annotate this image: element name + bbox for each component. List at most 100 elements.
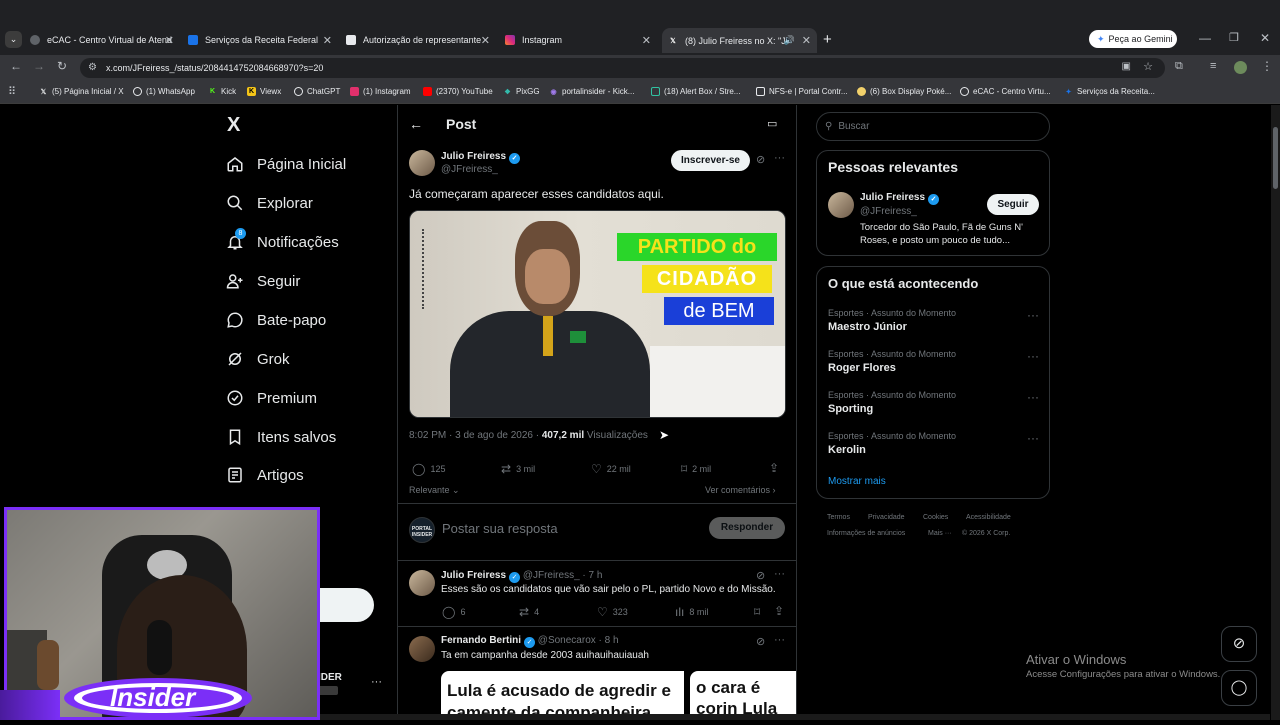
bookmark-ecac[interactable]: eCAC - Centro Virtu... (960, 87, 1051, 96)
like-action[interactable]: ♡ 323 (597, 605, 628, 619)
author-name-row[interactable]: Julio Freiress ✓ (441, 151, 521, 164)
bookmark-instagram[interactable]: (1) Instagram (350, 87, 411, 96)
repost-action[interactable]: ⇄ 3 mil (501, 462, 535, 476)
back-icon[interactable]: ← (10, 59, 22, 73)
gemini-button[interactable]: ✦ Peça ao Gemini (1089, 30, 1177, 48)
search-box[interactable]: ⚲ Buscar (816, 112, 1050, 141)
nav-grok[interactable]: Grok (226, 350, 290, 368)
see-comments-link[interactable]: Ver comentários › (705, 485, 776, 495)
tab-instagram[interactable]: Instagram ✕ (505, 30, 657, 50)
tab-receita[interactable]: Serviços da Receita Federal ✕ (188, 30, 338, 50)
repost-action[interactable]: ⇄ 4 (519, 605, 539, 619)
back-arrow-icon[interactable]: ← (409, 116, 423, 132)
profile-avatar[interactable] (1234, 61, 1247, 74)
relevant-name-row[interactable]: Julio Freiress ✓ (860, 192, 940, 205)
apps-icon[interactable]: ⠿ (8, 85, 16, 98)
bookmark-pixgg[interactable]: ❖ PixGG (503, 87, 539, 96)
restore-icon[interactable]: ❐ (1229, 31, 1239, 44)
x-logo[interactable]: X (227, 114, 240, 137)
bookmark-action[interactable]: ⌑ (754, 605, 765, 619)
grok-float-button[interactable]: ⊘ (1221, 626, 1257, 662)
post-time[interactable]: 8:02 PM · 3 de ago de 2026 · (409, 430, 542, 441)
author-handle[interactable]: @JFreiress_ (441, 164, 498, 175)
trend-item[interactable]: Esportes · Assunto do Momento Roger Flor… (828, 349, 1038, 374)
follow-button[interactable]: Seguir (987, 194, 1039, 215)
subscribe-button[interactable]: Inscrever-se (671, 150, 750, 171)
account-name-partial[interactable]: IDER (318, 672, 342, 683)
sort-dropdown[interactable]: Relevante ⌄ (409, 485, 460, 496)
menu-icon[interactable]: ⋮ (1261, 59, 1273, 73)
reader-icon[interactable]: ▭ (767, 117, 777, 130)
reload-icon[interactable]: ↻ (57, 59, 67, 73)
footer-cookies[interactable]: Cookies (923, 514, 948, 521)
more-options-icon[interactable]: ··· (774, 634, 785, 646)
close-icon[interactable]: ✕ (481, 34, 490, 47)
footer-accessibility[interactable]: Acessibilidade (966, 514, 1011, 521)
nav-notifications[interactable]: 8 Notificações (226, 228, 339, 251)
reply-action[interactable]: ◯ 125 (412, 462, 445, 476)
bookmark-alertbox[interactable]: (18) Alert Box / Stre... (651, 87, 740, 96)
nav-follow[interactable]: Seguir (226, 272, 300, 290)
media-icon[interactable]: ≡ (1210, 60, 1216, 72)
footer-privacy[interactable]: Privacidade (868, 514, 905, 521)
close-icon[interactable]: ✕ (642, 34, 651, 47)
horizontal-scrollbar[interactable] (320, 714, 1270, 720)
footer-terms[interactable]: Termos (827, 514, 850, 521)
bookmark-whatsapp[interactable]: (1) WhatsApp (133, 87, 195, 96)
bookmark-pokemon[interactable]: (6) Box Display Poké... (857, 87, 951, 96)
trend-item[interactable]: Esportes · Assunto do Momento Kerolin (828, 431, 1038, 456)
author-name[interactable]: Julio Freiress (441, 151, 506, 162)
site-info-icon[interactable]: ⚙ (88, 62, 97, 73)
author-avatar[interactable] (409, 150, 435, 176)
relevant-avatar[interactable] (828, 192, 854, 218)
more-options-icon[interactable]: ··· (1027, 390, 1039, 404)
relevant-name[interactable]: Julio Freiress (860, 192, 925, 203)
show-more-link[interactable]: Mostrar mais (828, 476, 886, 487)
bookmark-viewx[interactable]: K Viewx (247, 87, 281, 96)
like-action[interactable]: ♡ 22 mil (591, 462, 631, 476)
bookmark-youtube[interactable]: (2370) YouTube (423, 87, 493, 96)
page-scrollbar[interactable] (1271, 105, 1280, 720)
more-options-icon[interactable]: ··· (774, 568, 785, 580)
tab-ecac[interactable]: eCAC - Centro Virtual de Atend ✕ (30, 30, 180, 50)
reply-author-avatar[interactable] (409, 636, 435, 662)
bookmark-nfse[interactable]: NFS-e | Portal Contr... (756, 87, 848, 96)
relevant-handle[interactable]: @JFreiress_ (860, 206, 917, 217)
scrollbar-thumb[interactable] (1273, 127, 1278, 189)
tab-autorizacao[interactable]: Autorização de representante C ✕ (346, 30, 496, 50)
post-image[interactable]: PARTIDO do CIDADÃO de BEM (409, 210, 786, 418)
footer-more[interactable]: Mais ··· (928, 530, 952, 537)
nav-chat[interactable]: Bate-papo (226, 311, 326, 329)
reply-author-name[interactable]: Fernando Bertini (441, 635, 521, 646)
account-more-icon[interactable]: ··· (371, 676, 382, 688)
reply-input[interactable]: Postar sua resposta (442, 521, 558, 536)
cast-icon[interactable]: ▣ (1122, 61, 1131, 72)
tab-search-button[interactable]: ⌄ (5, 31, 22, 48)
close-icon[interactable]: ✕ (323, 34, 332, 47)
reply-handle[interactable]: @Sonecarox · 8 h (538, 635, 619, 646)
forward-icon[interactable]: → (33, 59, 45, 73)
close-icon[interactable]: ✕ (802, 34, 811, 47)
new-tab-button[interactable]: + (823, 31, 832, 48)
reply-handle[interactable]: @JFreiress_ · 7 h (523, 570, 603, 581)
grok-icon[interactable]: ⊘ (756, 569, 765, 582)
bookmark-receita[interactable]: ✦ Serviços da Receita... (1064, 87, 1155, 96)
share-action[interactable]: ⇪ (769, 461, 784, 475)
bookmark-chatgpt[interactable]: ChatGPT (294, 87, 340, 96)
nav-premium[interactable]: Premium (226, 389, 317, 407)
reply-action[interactable]: ◯ 6 (442, 605, 465, 619)
more-options-icon[interactable]: ··· (774, 152, 785, 164)
nav-home[interactable]: Página Inicial (226, 155, 346, 173)
footer-ads-info[interactable]: Informações de anúncios (827, 530, 905, 537)
trend-item[interactable]: Esportes · Assunto do Momento Sporting (828, 390, 1038, 415)
bookmark-kick[interactable]: K Kick (208, 87, 236, 96)
reply-media-1[interactable]: Lula é acusado de agredir e camente da c… (441, 671, 684, 720)
bookmark-action[interactable]: ⌑ 2 mil (681, 462, 711, 476)
views-action[interactable]: ılı 8 mil (675, 605, 708, 619)
trend-item[interactable]: Esportes · Assunto do Momento Maestro Jú… (828, 308, 1038, 333)
extensions-icon[interactable]: ⧉ (1175, 60, 1183, 73)
nav-bookmarks[interactable]: Itens salvos (226, 428, 336, 446)
more-options-icon[interactable]: ··· (1027, 431, 1039, 445)
star-icon[interactable]: ☆ (1143, 60, 1153, 73)
grok-icon[interactable]: ⊘ (756, 635, 765, 648)
